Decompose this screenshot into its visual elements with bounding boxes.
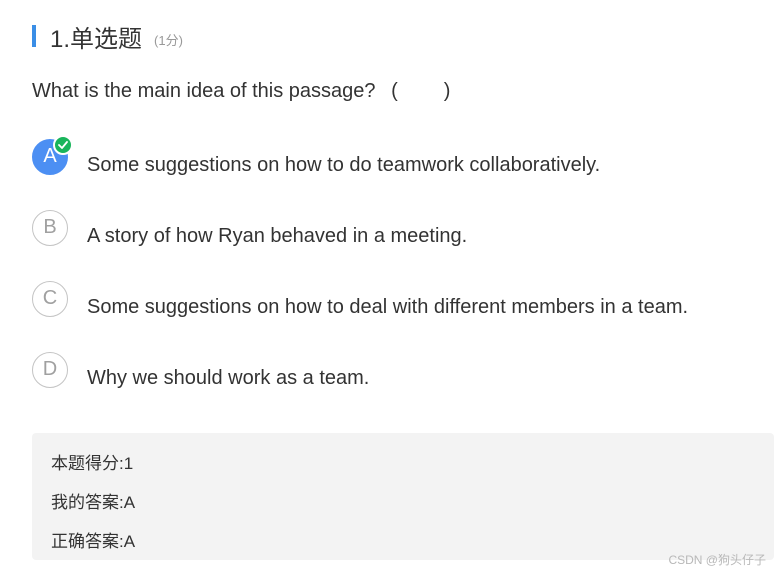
result-panel: 本题得分:1 我的答案:A 正确答案:A: [32, 433, 774, 560]
correct-answer-line: 正确答案:A: [51, 527, 135, 552]
score-label: 本题得分:: [51, 454, 124, 473]
watermark: CSDN @狗头仔子: [668, 553, 766, 567]
question-score: (1分): [154, 32, 183, 48]
option-c-circle[interactable]: C: [32, 280, 68, 317]
question-title: 1.单选题: [50, 25, 143, 53]
option-text: Some suggestions on how to deal with dif…: [87, 296, 689, 318]
option-text: Some suggestions on how to do teamwork c…: [87, 154, 601, 176]
option-b-circle[interactable]: B: [32, 209, 68, 246]
my-answer-label: 我的答案:: [51, 493, 124, 512]
correct-answer-label: 正确答案:: [51, 532, 124, 551]
stem-text: What is the main idea of this passage?: [32, 80, 376, 102]
correct-answer-value: A: [123, 532, 136, 551]
option-b[interactable]: B A story of how Ryan behaved in a meeti…: [32, 207, 467, 248]
paren-open: (: [391, 80, 398, 102]
option-text: A story of how Ryan behaved in a meeting…: [87, 225, 468, 247]
option-a[interactable]: A Some suggestions on how to do teamwork…: [32, 134, 601, 177]
question-stem: What is the main idea of this passage? (…: [32, 80, 450, 103]
my-answer-value: A: [123, 493, 136, 512]
score-value: 1: [123, 454, 134, 473]
option-text: Why we should work as a team.: [87, 367, 370, 389]
option-letter: B: [43, 216, 57, 238]
option-c[interactable]: C Some suggestions on how to deal with d…: [32, 278, 688, 319]
accent-bar: [32, 25, 36, 47]
question-header: 1.单选题 (1分): [32, 20, 183, 53]
option-letter: C: [42, 287, 58, 309]
option-letter: D: [42, 358, 58, 380]
check-icon: [53, 134, 73, 155]
paren-close: ): [443, 80, 451, 102]
option-d-circle[interactable]: D: [32, 351, 68, 388]
option-d[interactable]: D Why we should work as a team.: [32, 349, 369, 390]
option-a-circle[interactable]: A: [32, 134, 73, 175]
my-answer-line: 我的答案:A: [51, 488, 135, 513]
score-line: 本题得分:1: [51, 449, 133, 474]
